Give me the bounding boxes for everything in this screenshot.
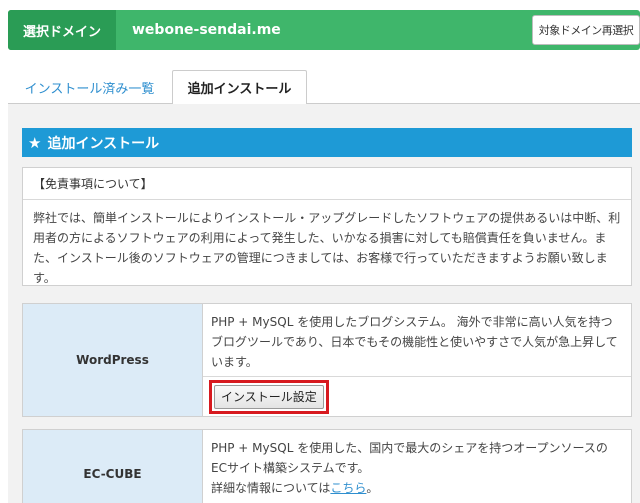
app-row-wordpress: WordPress PHP + MySQL を使用したブログシステム。 海外で非… (22, 303, 632, 417)
domain-bar: 選択ドメイン webone-sendai.me 対象ドメイン再選択 (8, 10, 640, 50)
selected-domain: webone-sendai.me (132, 22, 281, 38)
app-description: PHP + MySQL を使用したブログシステム。 海外で非常に高い人気を持つブ… (211, 315, 618, 369)
domain-label: 選択ドメイン (8, 10, 116, 50)
tab-bar: インストール済み一覧 追加インストール (8, 70, 640, 105)
app-name: WordPress (23, 304, 203, 416)
star-icon: ★ (28, 133, 42, 152)
app-row-ec-cube: EC-CUBE PHP + MySQL を使用した、国内で最大のシェアを持つオー… (22, 429, 632, 503)
app-description-text: PHP + MySQL を使用した、国内で最大のシェアを持つオープンソースのEC… (211, 441, 608, 475)
app-name: EC-CUBE (23, 430, 203, 503)
section-header: ★ 追加インストール (22, 128, 632, 157)
tab-installed-list[interactable]: インストール済み一覧 (8, 70, 171, 104)
app-info: PHP + MySQL を使用したブログシステム。 海外で非常に高い人気を持つブ… (203, 304, 631, 416)
app-description: PHP + MySQL を使用した、国内で最大のシェアを持つオープンソースのEC… (203, 430, 631, 498)
tab-add-install[interactable]: 追加インストール (172, 70, 307, 105)
highlight-box: インストール設定 (209, 379, 329, 414)
detail-prefix: 詳細な情報については (211, 481, 331, 495)
disclaimer-title: 【免責事項について】 (23, 168, 631, 200)
detail-link[interactable]: こちら (330, 481, 366, 495)
section-title: 追加インストール (47, 135, 160, 152)
reselect-domain-button[interactable]: 対象ドメイン再選択 (532, 15, 640, 45)
install-settings-button[interactable]: インストール設定 (214, 384, 324, 409)
app-actions: インストール設定 (203, 376, 631, 416)
detail-suffix: 。 (366, 481, 379, 495)
disclaimer-text: 弊社では、簡単インストールによりインストール・アップグレードしたソフトウェアの提… (33, 211, 621, 285)
disclaimer-box: 【免責事項について】 弊社では、簡単インストールによりインストール・アップグレー… (22, 167, 632, 286)
main-content: ★ 追加インストール 【免責事項について】 弊社では、簡単インストールによりイン… (8, 104, 640, 503)
app-info: PHP + MySQL を使用した、国内で最大のシェアを持つオープンソースのEC… (203, 430, 631, 503)
